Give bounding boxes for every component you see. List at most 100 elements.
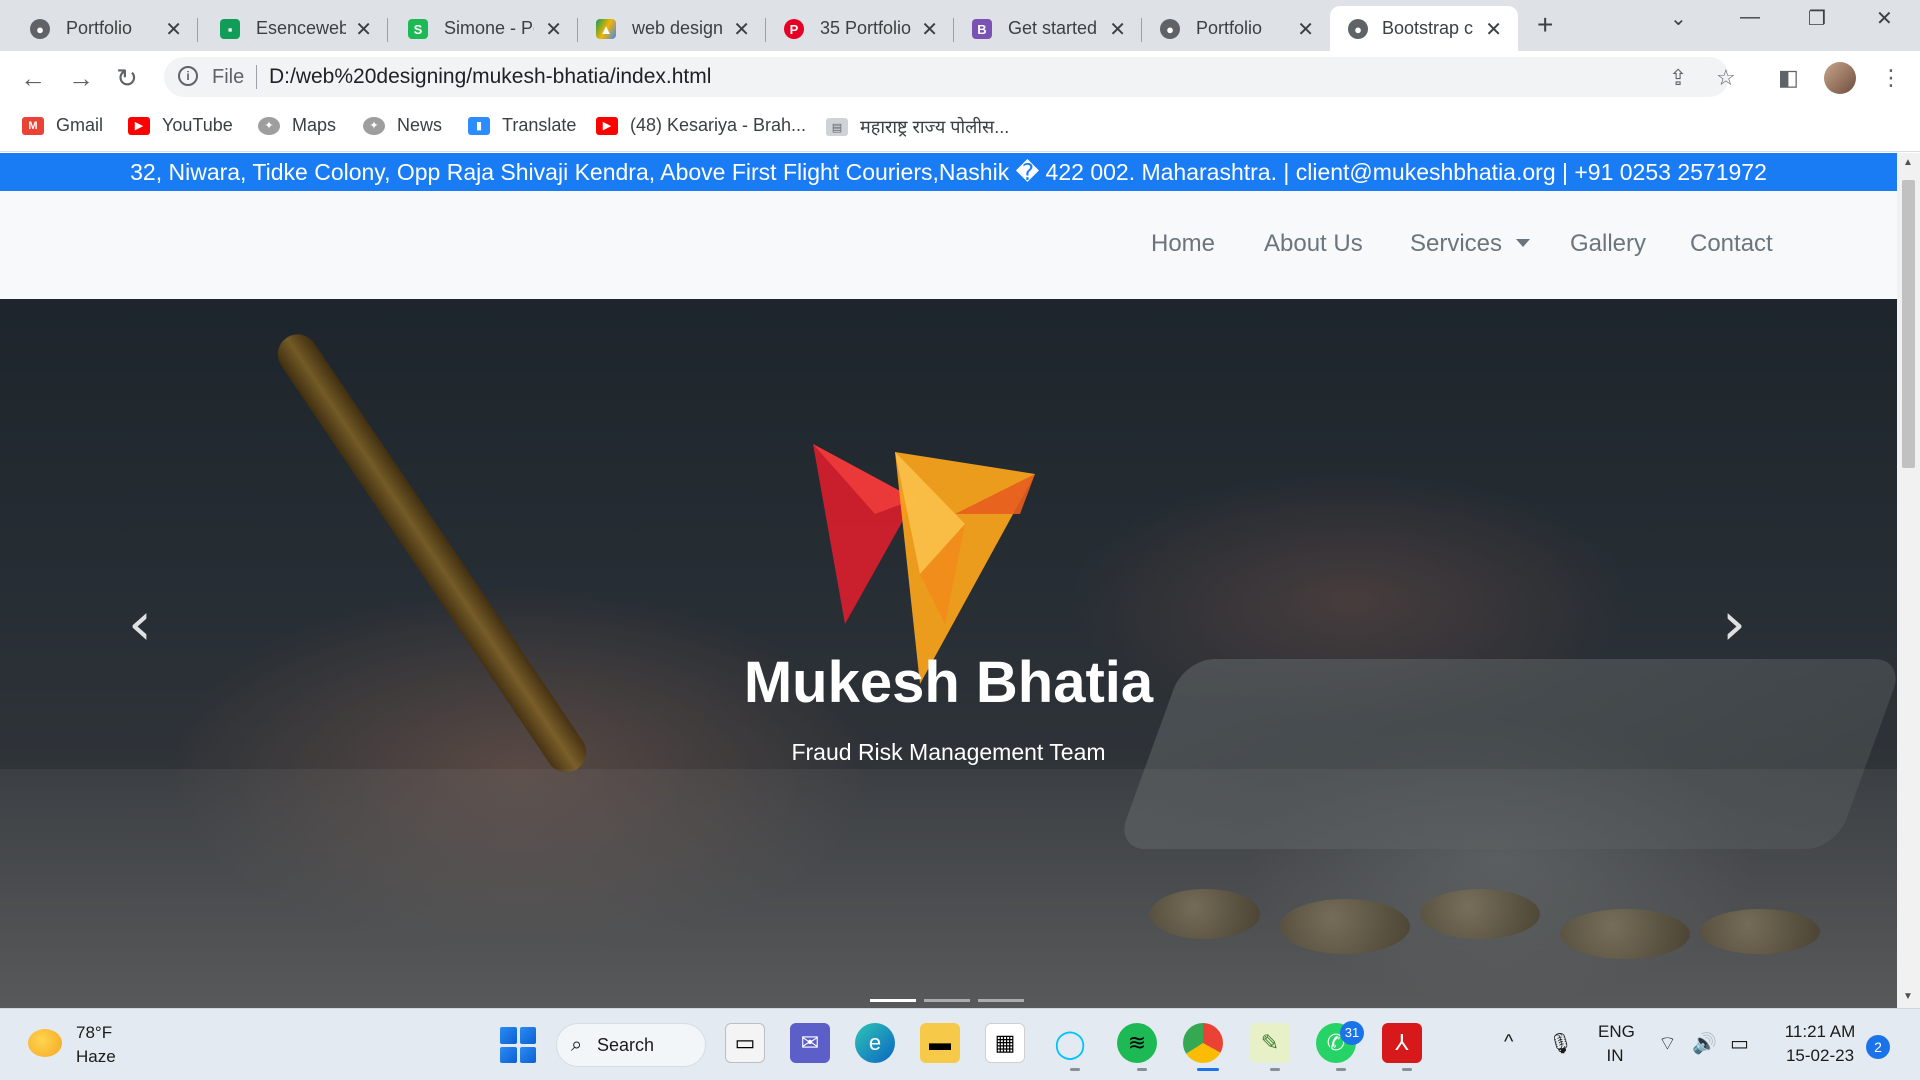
- page-scrollbar[interactable]: ▲ ▼: [1897, 153, 1920, 1008]
- start-button[interactable]: [500, 1027, 536, 1063]
- close-icon[interactable]: ✕: [165, 17, 182, 42]
- bookmark-news[interactable]: ✦ News: [363, 115, 442, 136]
- scroll-down-icon[interactable]: ▼: [1903, 991, 1913, 1002]
- share-icon[interactable]: ⇪: [1669, 65, 1687, 91]
- teams-chat-icon[interactable]: ✉: [790, 1023, 830, 1063]
- close-icon[interactable]: ✕: [733, 17, 750, 42]
- chevron-up-icon[interactable]: ^: [1504, 1031, 1513, 1054]
- bookmark-gmail[interactable]: M Gmail: [22, 115, 103, 136]
- notification-count-badge[interactable]: 2: [1866, 1035, 1890, 1059]
- nav-contact[interactable]: Contact: [1690, 230, 1773, 258]
- carousel-indicator-3[interactable]: [978, 999, 1024, 1002]
- tab-title: Portfolio: [66, 18, 133, 38]
- acrobat-icon[interactable]: ⅄: [1382, 1023, 1422, 1063]
- running-indicator-active: [1197, 1068, 1219, 1071]
- language-line2[interactable]: IN: [1598, 1046, 1632, 1066]
- microsoft-store-icon[interactable]: ▦: [985, 1023, 1025, 1063]
- file-explorer-icon[interactable]: ▬: [920, 1023, 960, 1063]
- scroll-up-icon[interactable]: ▲: [1903, 157, 1913, 168]
- close-icon[interactable]: ✕: [545, 17, 562, 42]
- url-text[interactable]: D:/web%20designing/mukesh-bhatia/index.h…: [269, 65, 711, 89]
- minimize-button[interactable]: —: [1740, 6, 1760, 29]
- clock-date[interactable]: 15-02-23: [1778, 1046, 1862, 1066]
- language-line1[interactable]: ENG: [1598, 1022, 1635, 1042]
- running-indicator: [1137, 1068, 1147, 1071]
- spotify-icon[interactable]: ≋: [1117, 1023, 1157, 1063]
- tab-35-portfolio[interactable]: P 35 Portfolio ✕: [766, 6, 954, 51]
- tab-get-started[interactable]: B Get started ✕: [954, 6, 1142, 51]
- hero-carousel: ‹ › Mukesh Bhatia Fraud Risk Management …: [0, 299, 1897, 1008]
- reload-button[interactable]: ↻: [116, 63, 138, 94]
- microphone-icon[interactable]: 🎙: [1548, 1031, 1573, 1056]
- bookmark-star-icon[interactable]: ☆: [1716, 65, 1736, 91]
- cortana-alexa-icon[interactable]: ◯: [1050, 1023, 1090, 1063]
- bookmark-label: Maps: [292, 115, 337, 135]
- weather-temperature[interactable]: 78°F: [76, 1023, 112, 1043]
- hero-subtitle: Fraud Risk Management Team: [791, 739, 1106, 765]
- zoom-icon: ▮: [468, 116, 490, 135]
- browser-toolbar: ← → ↻ i File D:/web%20designing/mukesh-b…: [0, 51, 1920, 105]
- menu-kebab-icon[interactable]: ⋮: [1880, 65, 1902, 91]
- bookmarks-bar: M Gmail ▶ YouTube ✦ Maps ✦ News ▮ Transl…: [0, 105, 1920, 152]
- clock-time[interactable]: 11:21 AM: [1778, 1022, 1862, 1042]
- close-icon[interactable]: ✕: [1109, 17, 1126, 42]
- scroll-thumb[interactable]: [1902, 180, 1915, 468]
- nav-services-dropdown[interactable]: Services: [1410, 230, 1531, 258]
- running-indicator: [1270, 1068, 1280, 1071]
- nav-home[interactable]: Home: [1151, 230, 1215, 258]
- restore-button[interactable]: ❐: [1808, 6, 1826, 31]
- edge-browser-icon[interactable]: e: [855, 1023, 895, 1063]
- bookmark-police[interactable]: ▤ महाराष्ट्र राज्य पोलीस...: [826, 115, 1009, 139]
- nav-gallery[interactable]: Gallery: [1570, 230, 1646, 258]
- bookmark-translate[interactable]: ▮ Translate: [468, 115, 576, 136]
- back-button[interactable]: ←: [20, 63, 46, 94]
- taskbar-search[interactable]: ⌕ Search: [556, 1023, 706, 1067]
- tab-search-chevron-icon[interactable]: ⌄: [1670, 6, 1687, 31]
- tab-title: web design: [632, 18, 724, 38]
- drive-icon: ▲: [596, 19, 616, 39]
- tab-bootstrap-active[interactable]: ● Bootstrap c ✕: [1330, 6, 1518, 51]
- bookmark-label: News: [397, 115, 443, 135]
- close-icon[interactable]: ✕: [1297, 17, 1314, 42]
- divider: [256, 65, 257, 89]
- volume-icon[interactable]: 🔊: [1692, 1031, 1717, 1056]
- tab-portfolio-1[interactable]: ● Portfolio ✕: [0, 6, 198, 51]
- weather-description[interactable]: Haze: [76, 1047, 116, 1067]
- weather-haze-icon[interactable]: [28, 1029, 62, 1057]
- close-icon[interactable]: ✕: [355, 17, 372, 42]
- task-view-icon[interactable]: ▭: [725, 1023, 765, 1063]
- chat-icon: ▪: [220, 19, 240, 39]
- tab-portfolio-2[interactable]: ● Portfolio ✕: [1142, 6, 1330, 51]
- carousel-indicator-2[interactable]: [924, 999, 970, 1002]
- close-window-button[interactable]: ✕: [1876, 6, 1893, 31]
- side-panel-icon[interactable]: ◧: [1778, 65, 1799, 91]
- tab-web-design[interactable]: ▲ web design ✕: [578, 6, 766, 51]
- scheme-label: File: [212, 66, 245, 88]
- bookmark-youtube[interactable]: ▶ YouTube: [128, 115, 233, 136]
- close-icon[interactable]: ✕: [1485, 17, 1502, 42]
- address-bar[interactable]: i File D:/web%20designing/mukesh-bhatia/…: [164, 57, 1736, 97]
- wifi-icon[interactable]: ⌔: [1658, 1031, 1677, 1056]
- close-icon[interactable]: ✕: [921, 17, 938, 42]
- tab-simone[interactable]: S Simone - Pc ✕: [388, 6, 578, 51]
- info-icon[interactable]: i: [178, 66, 198, 86]
- nav-about-us[interactable]: About Us: [1264, 230, 1363, 258]
- carousel-indicator-1[interactable]: [870, 999, 916, 1002]
- bookmark-maps[interactable]: ✦ Maps: [258, 115, 336, 136]
- avatar[interactable]: [1824, 62, 1856, 94]
- battery-icon[interactable]: ▭: [1730, 1031, 1749, 1056]
- bookmark-kesariya[interactable]: ▶ (48) Kesariya - Brah...: [596, 115, 806, 136]
- emblem-icon: ✦: [258, 116, 280, 135]
- browser-tab-strip: ● Portfolio ✕ ▪ Esenceweb ✕ S Simone - P…: [0, 0, 1920, 51]
- new-tab-button[interactable]: +: [1537, 9, 1553, 41]
- tab-title: Esenceweb: [256, 18, 346, 38]
- caret-down-icon: [1516, 238, 1531, 247]
- page-icon: ▤: [826, 118, 848, 136]
- tab-esenceweb[interactable]: ▪ Esenceweb ✕: [198, 6, 388, 51]
- globe-icon: ●: [1348, 19, 1368, 39]
- forward-button[interactable]: →: [68, 63, 94, 94]
- chrome-icon[interactable]: [1183, 1023, 1223, 1063]
- tab-title: Portfolio: [1196, 18, 1263, 38]
- notepad-app-icon[interactable]: ✎: [1250, 1023, 1290, 1063]
- emblem-icon: ✦: [363, 116, 385, 135]
